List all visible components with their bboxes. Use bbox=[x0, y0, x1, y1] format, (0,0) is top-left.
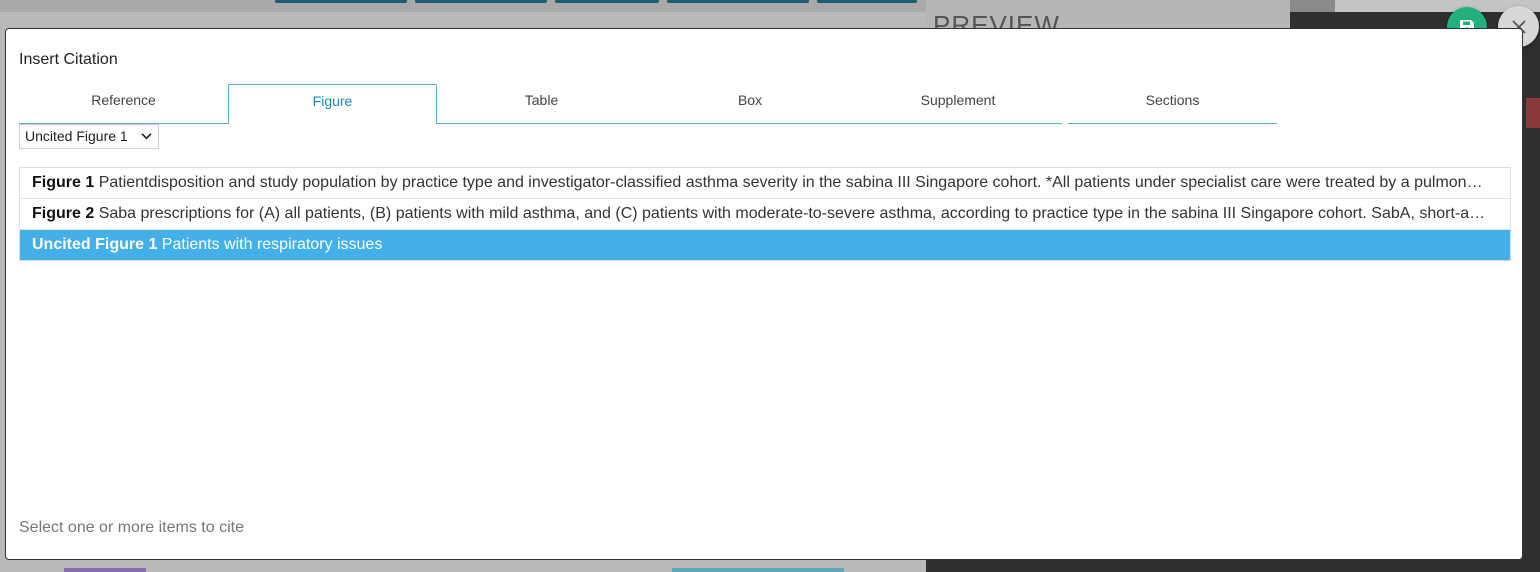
tab-figure[interactable]: Figure bbox=[228, 84, 437, 124]
item-ref-label: Figure 1 bbox=[32, 174, 99, 191]
item-caption: Patientdisposition and study population … bbox=[98, 174, 1510, 191]
item-ref-label: Uncited Figure 1 bbox=[32, 236, 162, 253]
figure-list: Figure 1 Patientdisposition and study po… bbox=[19, 167, 1511, 261]
item-ref-label: Figure 2 bbox=[32, 205, 99, 222]
insert-citation-dialog: Insert Citation Reference Figure Table B… bbox=[5, 28, 1523, 560]
dialog-title: Insert Citation bbox=[19, 51, 118, 68]
chevron-down-icon bbox=[141, 133, 152, 140]
item-caption: Patients with respiratory issues bbox=[161, 236, 383, 253]
background-toolbar-button bbox=[415, 0, 547, 3]
tab-sections[interactable]: Sections bbox=[1068, 84, 1277, 124]
background-toolbar-button bbox=[817, 0, 917, 3]
background-marker bbox=[1526, 98, 1540, 128]
tab-box[interactable]: Box bbox=[646, 84, 854, 124]
list-item-uncited-figure-1[interactable]: Uncited Figure 1 Patients with respirato… bbox=[20, 230, 1510, 260]
figure-select-value: Uncited Figure 1 bbox=[25, 128, 128, 144]
citation-type-tabs: Reference Figure Table Box Supplement Se… bbox=[19, 84, 1279, 126]
tab-reference[interactable]: Reference bbox=[19, 84, 228, 124]
list-item-figure-2[interactable]: Figure 2 Saba prescriptions for (A) all … bbox=[20, 199, 1510, 230]
selection-hint: Select one or more items to cite bbox=[19, 519, 244, 536]
item-caption: Saba prescriptions for (A) all patients,… bbox=[98, 205, 1510, 222]
figure-select[interactable]: Uncited Figure 1 bbox=[19, 124, 159, 149]
background-toolbar-button bbox=[667, 0, 809, 3]
background-thumbnail bbox=[672, 568, 844, 572]
background-toolbar-button bbox=[555, 0, 659, 3]
list-item-figure-1[interactable]: Figure 1 Patientdisposition and study po… bbox=[20, 168, 1510, 199]
tab-supplement[interactable]: Supplement bbox=[854, 84, 1062, 124]
tab-table[interactable]: Table bbox=[437, 84, 646, 124]
background-toolbar-button bbox=[275, 0, 407, 3]
background-thumbnail bbox=[64, 568, 146, 572]
